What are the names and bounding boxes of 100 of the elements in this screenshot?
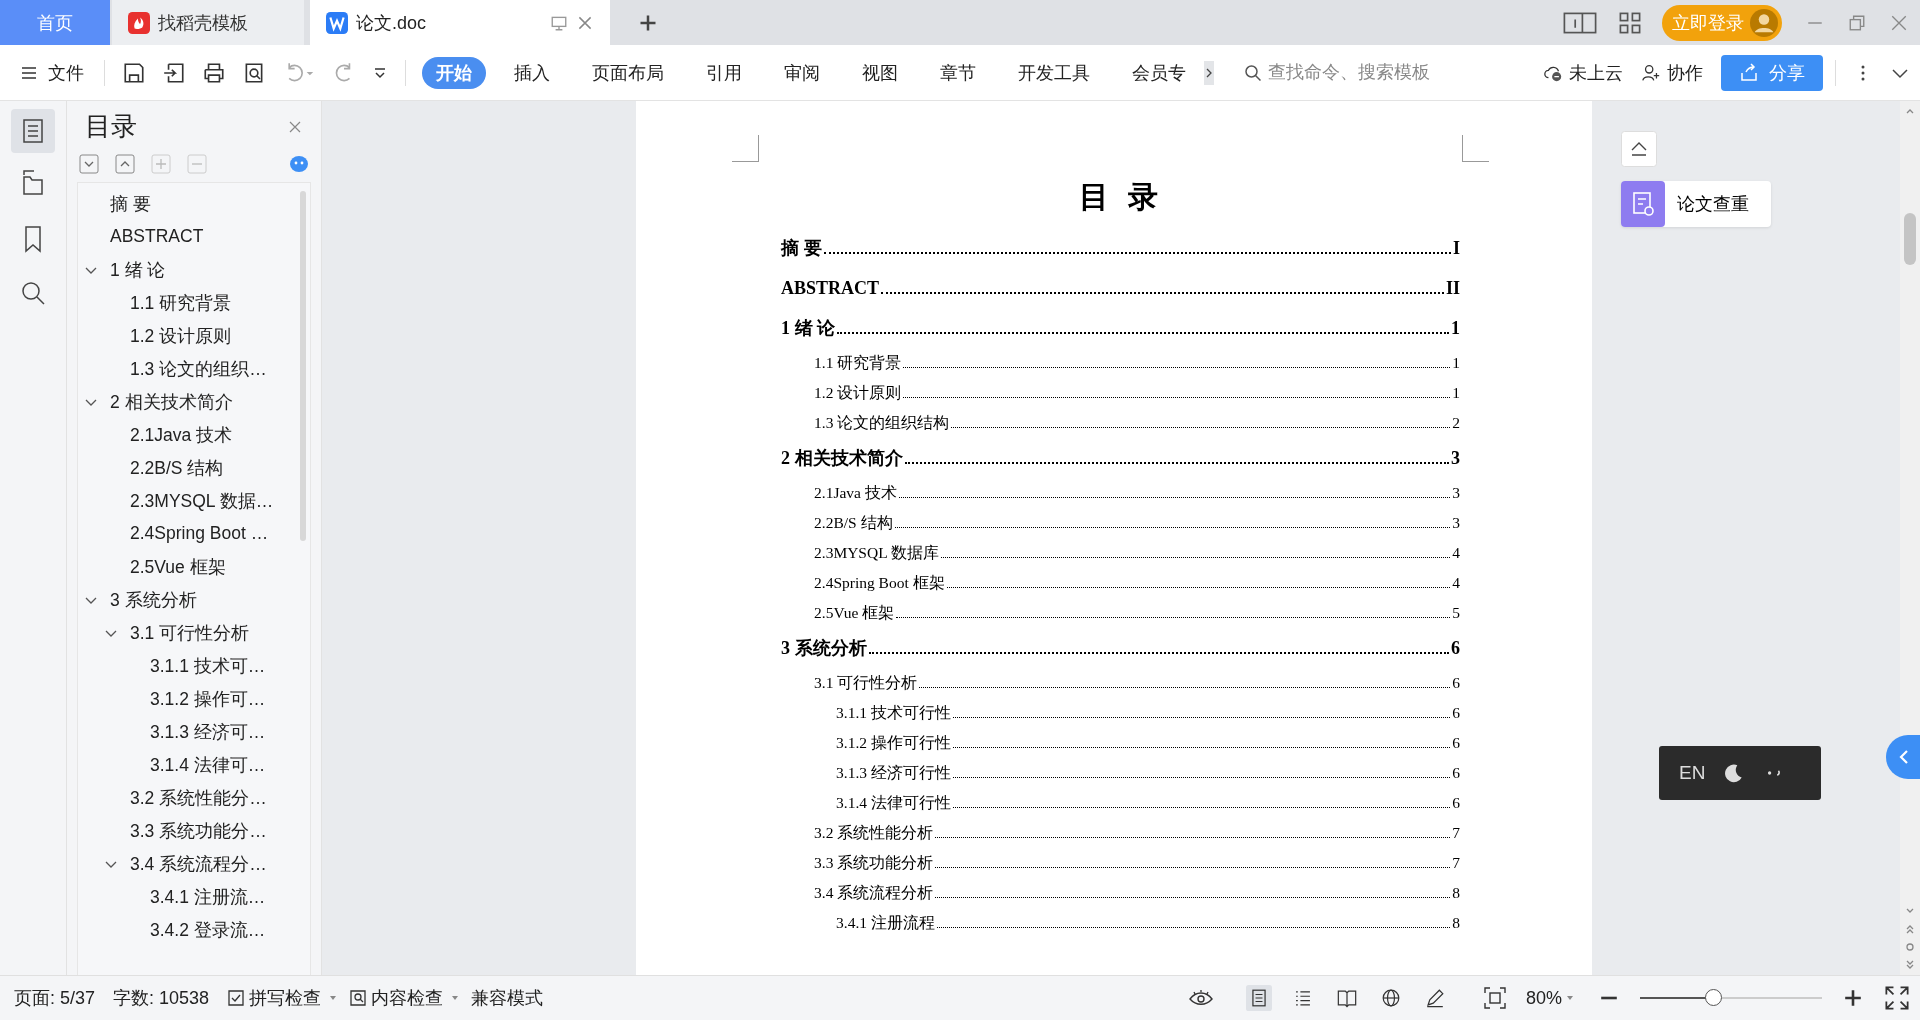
- add-user-icon: [1641, 62, 1661, 83]
- outline-item[interactable]: 1.3 论文的组织…: [124, 356, 267, 381]
- toc-page-number: I: [1453, 237, 1460, 259]
- ribbon-tab[interactable]: 插入: [500, 56, 564, 89]
- grid-icon[interactable]: [1618, 10, 1642, 35]
- toc-entry-title: 摘 要: [781, 237, 822, 260]
- outline-item[interactable]: 3.1.1 技术可…: [144, 653, 266, 678]
- collaborate-button[interactable]: 协作: [1641, 60, 1703, 85]
- search-field[interactable]: 查找命令、搜索模板: [1244, 61, 1470, 84]
- outline-item[interactable]: 3.1 可行性分析: [124, 620, 250, 645]
- toc-entry-title: 1.2 设计原则: [814, 382, 902, 403]
- outline-item[interactable]: 2.4Spring Boot …: [124, 523, 269, 544]
- outline-item[interactable]: ABSTRACT: [104, 226, 204, 247]
- outline-icon[interactable]: [11, 109, 55, 153]
- outline-item[interactable]: 3.1.3 经济可…: [144, 719, 266, 744]
- toc-entry-title: 3.2 系统性能分析: [814, 822, 934, 843]
- page-view-icon[interactable]: [1245, 985, 1272, 1011]
- expand-side-icon[interactable]: [1886, 735, 1920, 779]
- crop-mark: [1462, 135, 1489, 162]
- file-menu[interactable]: 文件: [20, 60, 84, 85]
- zoom-level[interactable]: 80%: [1525, 987, 1574, 1009]
- window-tab[interactable]: 论文.doc: [310, 0, 610, 45]
- outline-item[interactable]: 3.4.2 登录流…: [144, 917, 266, 942]
- toc-entry-title: 3.1.3 经济可行性: [836, 762, 951, 783]
- toc-entry-title: 2.1Java 技术: [814, 482, 897, 503]
- toc-page-number: 7: [1452, 824, 1460, 842]
- close-icon[interactable]: [1890, 13, 1908, 32]
- ribbon-tab[interactable]: 视图: [848, 56, 912, 89]
- toc-page-number: 3: [1451, 447, 1460, 469]
- collapse-panel-icon[interactable]: [1621, 131, 1657, 167]
- outline-item[interactable]: 2.2B/S 结构: [124, 455, 224, 480]
- fullscreen-icon[interactable]: [1884, 985, 1910, 1011]
- outline-item[interactable]: 2.1Java 技术: [124, 422, 233, 447]
- outline-item[interactable]: 2.3MYSQL 数据…: [124, 488, 274, 513]
- toc-page-number: 3: [1452, 514, 1460, 532]
- outline-item[interactable]: 1 绪 论: [104, 257, 166, 282]
- ime-mode[interactable]: EN: [1679, 762, 1706, 784]
- page-count[interactable]: 页面: 5/37: [14, 986, 96, 1010]
- outline-item[interactable]: 3.3 系统功能分…: [124, 818, 267, 843]
- outline-item[interactable]: 3.1.4 法律可…: [144, 752, 266, 777]
- select-browse-icon[interactable]: [1904, 941, 1916, 953]
- chat-bubble-icon[interactable]: [289, 154, 309, 174]
- toc-page-number: 6: [1452, 794, 1460, 812]
- spell-check-button[interactable]: 拼写检查: [227, 986, 338, 1010]
- search-document-icon: [349, 989, 368, 1007]
- toc-page-number: 8: [1452, 884, 1460, 902]
- next-page-icon[interactable]: [1904, 959, 1916, 971]
- toc-entry-title: 1.3 论文的组织结构: [814, 412, 950, 433]
- toc-page-number: 1: [1452, 354, 1460, 372]
- print-icon[interactable]: [202, 60, 226, 85]
- plagiarism-check-button[interactable]: 论文查重: [1621, 181, 1771, 227]
- export-icon[interactable]: [162, 60, 186, 85]
- outline-item[interactable]: 3.1.2 操作可…: [144, 686, 266, 711]
- outline-item[interactable]: 摘 要: [104, 191, 151, 216]
- caret-icon: [1566, 994, 1574, 1002]
- outline-item[interactable]: 3 系统分析: [104, 587, 197, 612]
- toc-page-number: 6: [1452, 704, 1460, 722]
- toc-page-number: 8: [1452, 914, 1460, 932]
- ribbon-tab[interactable]: 引用: [692, 56, 756, 89]
- compatibility-mode[interactable]: 兼容模式: [471, 986, 544, 1010]
- fit-page-icon[interactable]: [1481, 985, 1508, 1011]
- outline-item[interactable]: 3.4 系统流程分…: [124, 851, 267, 876]
- reading-mode-icon[interactable]: [1562, 10, 1598, 35]
- ribbon-tab[interactable]: 页面布局: [578, 56, 678, 89]
- toc-page-number: 4: [1452, 574, 1460, 592]
- flame-logo-icon: [128, 11, 150, 34]
- share-icon: [1739, 62, 1759, 83]
- scroll-thumb[interactable]: [1904, 213, 1916, 265]
- outline-item[interactable]: 1.1 研究背景: [124, 290, 232, 315]
- toc-entry-title: 2.5Vue 框架: [814, 602, 895, 623]
- toc-entry-title: 3.1.4 法律可行性: [836, 792, 951, 813]
- toc-entry-title: 3 系统分析: [781, 637, 867, 660]
- ribbon-tab[interactable]: 审阅: [770, 56, 834, 89]
- toc-entry-title: 2.4Spring Boot 框架: [814, 572, 945, 593]
- cloud-status-button[interactable]: 未上云: [1543, 60, 1623, 85]
- file-menu-label: 文件: [48, 61, 84, 85]
- save-icon[interactable]: [122, 60, 146, 85]
- content-check-button[interactable]: 内容检查: [349, 986, 460, 1010]
- outline-item[interactable]: 3.4.1 注册流…: [144, 884, 266, 909]
- word-count[interactable]: 字数: 10538: [113, 986, 210, 1010]
- toc-page-number: 7: [1452, 854, 1460, 872]
- outline-item[interactable]: 2 相关技术简介: [104, 389, 233, 414]
- scroll-right-icon[interactable]: [1204, 60, 1214, 85]
- outline-item[interactable]: 3.2 系统性能分…: [124, 785, 267, 810]
- window-tab[interactable]: 找稻壳模板: [112, 0, 304, 45]
- toc-entry-title: 3.1.2 操作可行性: [836, 732, 951, 753]
- ribbon-tab[interactable]: 会员专: [1118, 56, 1200, 89]
- check-box-icon: [227, 989, 246, 1007]
- toc-page-number: 6: [1451, 637, 1460, 659]
- toc-page-number: 6: [1452, 764, 1460, 782]
- ribbon-tab[interactable]: 开发工具: [1004, 56, 1104, 89]
- toc-entry-title: 3.4 系统流程分析: [814, 882, 934, 903]
- previous-page-icon[interactable]: [1904, 923, 1916, 935]
- toc-page-number: 2: [1452, 414, 1460, 432]
- outline-item[interactable]: 2.5Vue 框架: [124, 554, 226, 579]
- toc-page-number: 5: [1452, 604, 1460, 622]
- outline-item[interactable]: 1.2 设计原则: [124, 323, 232, 348]
- toc-entry-title: 2.3MYSQL 数据库: [814, 542, 939, 563]
- restore-icon[interactable]: [1848, 13, 1866, 32]
- ribbon-tab[interactable]: 章节: [926, 56, 990, 89]
